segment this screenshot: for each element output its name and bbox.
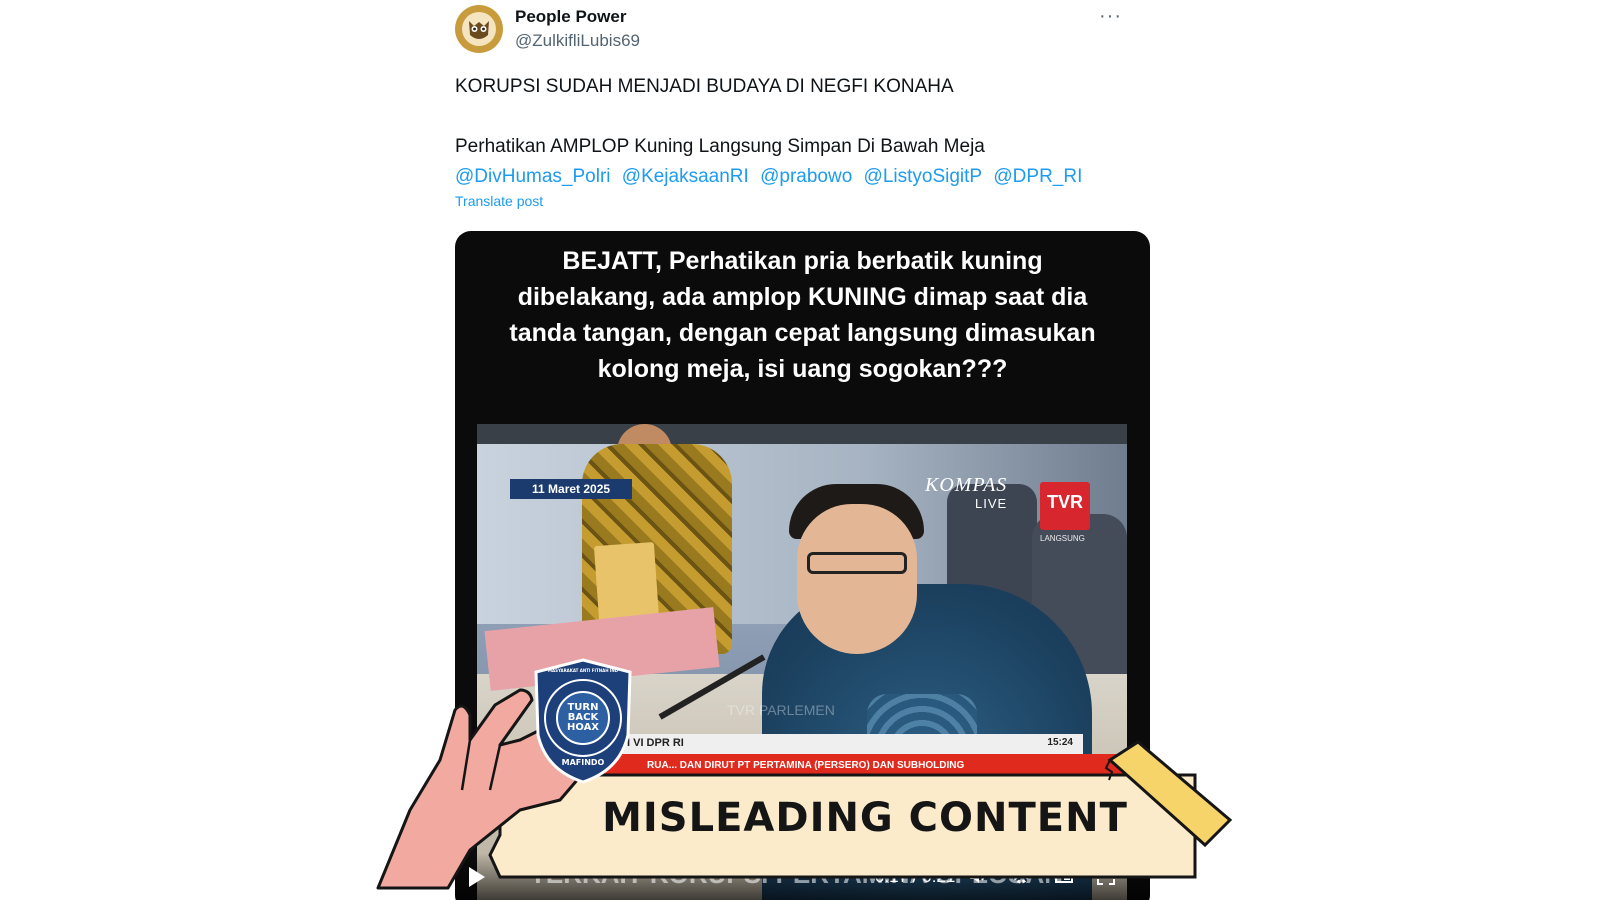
lower-third: I VI DPR RI 15:24 RUA... DAN DIRUT PT PE…	[477, 734, 1127, 778]
tweet-post: People Power @ZulkifliLubis69 ··· KORUPS…	[455, 0, 1150, 900]
picture-in-picture-icon[interactable]	[1053, 865, 1075, 887]
video-controls: TERKAIT KORUPSI PERTAMINA OPLOSAN 0:17 /…	[455, 853, 1150, 900]
tvr-live-label: LANGSUNG	[1040, 534, 1085, 543]
lower-third-ticker: RUA... DAN DIRUT PT PERTAMINA (PERSERO) …	[587, 754, 1127, 778]
video-media[interactable]: BEJATT, Perhatikan pria berbatik kuning …	[455, 231, 1150, 900]
date-badge: 11 Maret 2025	[510, 479, 633, 499]
mention-kejaksaanri[interactable]: @KejaksaanRI	[622, 166, 749, 187]
mention-prabowo[interactable]: @prabowo	[760, 166, 852, 187]
mention-listyosigitp[interactable]: @ListyoSigitP	[864, 166, 983, 187]
play-button[interactable]	[469, 867, 485, 887]
mentions-row: @DivHumas_Polri @KejaksaanRI @prabowo @L…	[455, 162, 1155, 192]
video-scene: 11 Maret 2025 KOMPAS LIVE TVR LANGSUNG T…	[477, 424, 1127, 900]
video-frame[interactable]: 11 Maret 2025 KOMPAS LIVE TVR LANGSUNG T…	[477, 424, 1127, 900]
video-caption: BEJATT, Perhatikan pria berbatik kuning …	[485, 243, 1120, 387]
caption-line: tanda tangan, dengan cepat langsung dima…	[509, 319, 1096, 347]
post-text-line-2: Perhatikan AMPLOP Kuning Langsung Simpan…	[455, 136, 985, 157]
watermark: TVR PARLEMEN	[727, 702, 835, 718]
author-name[interactable]: People Power	[515, 7, 626, 27]
lower-third-title: I VI DPR RI 15:24	[587, 734, 1083, 754]
avatar[interactable]	[455, 5, 503, 53]
caption-line: kolong meja, isi uang sogokan???	[597, 355, 1008, 383]
caption-line: dibelakang, ada amplop KUNING dimap saat…	[517, 283, 1088, 311]
lower-third-time: 15:24	[1047, 737, 1073, 748]
time-display: 0:17 / 0:21	[875, 867, 956, 886]
tvr-logo: TVR	[1040, 482, 1090, 530]
settings-gear-icon[interactable]	[1010, 865, 1032, 887]
post-text-line-1: KORUPSI SUDAH MENJADI BUDAYA DI NEGFI KO…	[455, 76, 954, 97]
more-options-button[interactable]: ···	[1099, 5, 1122, 28]
author-handle[interactable]: @ZulkifliLubis69	[515, 31, 640, 51]
post-text: KORUPSI SUDAH MENJADI BUDAYA DI NEGFI KO…	[455, 72, 1155, 192]
mention-dpr-ri[interactable]: @DPR_RI	[993, 166, 1082, 187]
kompas-logo: KOMPAS	[925, 474, 1008, 496]
caption-line: BEJATT, Perhatikan pria berbatik kuning	[562, 247, 1043, 275]
kompas-live-label: LIVE	[975, 496, 1008, 511]
volume-icon[interactable]	[967, 865, 989, 887]
translate-post-link[interactable]: Translate post	[455, 193, 543, 209]
post-header: People Power @ZulkifliLubis69 ···	[455, 5, 1150, 55]
fullscreen-icon[interactable]	[1095, 865, 1117, 887]
owl-logo-icon	[457, 7, 501, 51]
mention-divhumas-polri[interactable]: @DivHumas_Polri	[455, 166, 611, 187]
